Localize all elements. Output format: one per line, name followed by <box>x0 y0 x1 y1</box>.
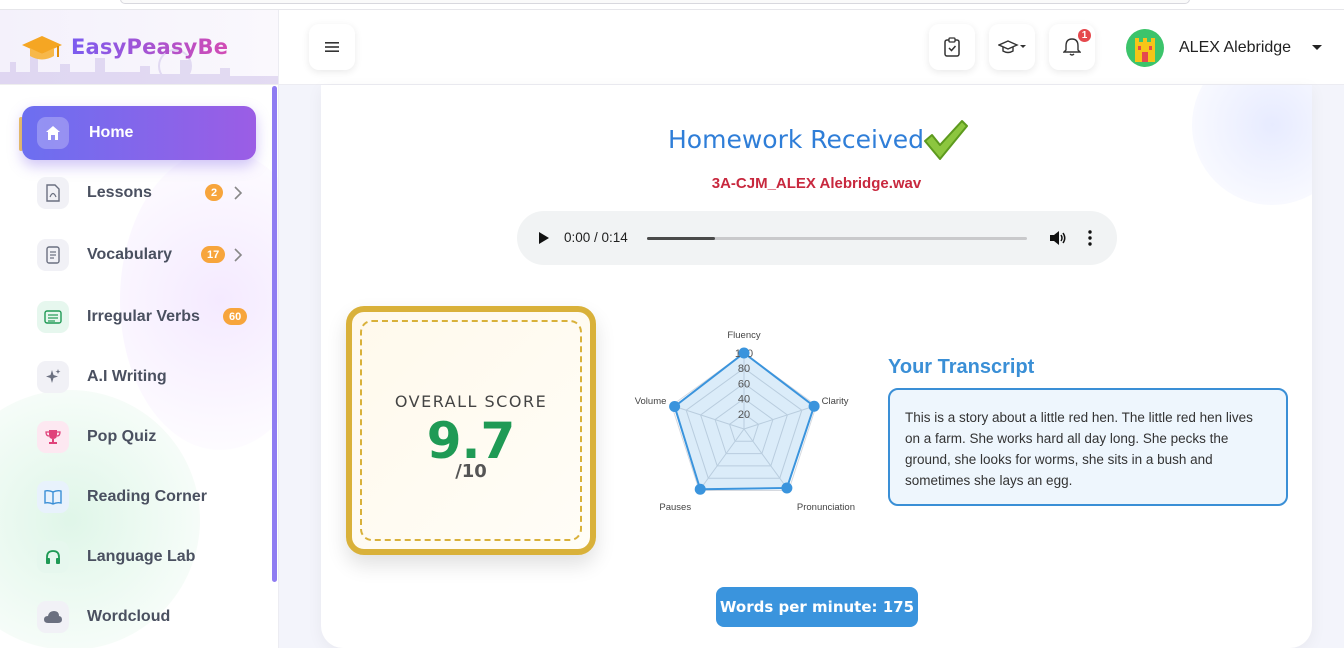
pdf-file-icon <box>37 177 69 209</box>
sidebar-item-label: Vocabulary <box>87 246 173 263</box>
transcript-box: This is a story about a little red hen. … <box>888 388 1288 506</box>
castle-avatar-icon <box>1135 38 1155 62</box>
vocabulary-badge: 17 <box>201 246 226 263</box>
radar-axis-label: Clarity <box>822 396 849 407</box>
radar-data-point <box>694 483 706 495</box>
sidebar-item-label: Pop Quiz <box>87 428 157 445</box>
notification-count-badge: 1 <box>1076 27 1093 44</box>
sidebar-item-label: Language Lab <box>87 548 196 565</box>
volume-icon[interactable] <box>1049 230 1067 246</box>
sidebar-item-label: A.I Writing <box>87 368 167 385</box>
homework-button[interactable] <box>929 24 975 70</box>
more-options-icon[interactable] <box>1088 230 1092 246</box>
courses-dropdown-button[interactable] <box>989 24 1035 70</box>
radar-tick-label: 80 <box>738 363 750 375</box>
play-icon[interactable] <box>539 232 549 244</box>
sidebar-item-irregular-verbs[interactable]: Irregular Verbs 60 <box>22 290 256 344</box>
irregular-verbs-badge: 60 <box>223 308 248 325</box>
page-title: Homework Received <box>668 125 925 154</box>
audio-time: 0:00 / 0:14 <box>564 230 628 245</box>
homework-card: Homework Received 3A-CJM_ALEX Alebridge.… <box>321 85 1312 648</box>
sidebar-item-label: Lessons <box>87 184 152 201</box>
user-name[interactable]: ALEX Alebridge <box>1179 39 1291 57</box>
sidebar-item-wordcloud[interactable]: Wordcloud <box>22 590 256 644</box>
score-label: OVERALL SCORE <box>394 392 548 411</box>
graduation-cap-icon <box>22 36 62 60</box>
radar-axis-label: Volume <box>635 396 667 407</box>
radar-axis-label: Pauses <box>659 502 691 513</box>
transcript-title: Your Transcript <box>888 356 1035 378</box>
avatar[interactable] <box>1126 29 1164 67</box>
open-book-icon <box>37 481 69 513</box>
radar-data-point <box>808 400 820 412</box>
sidebar-item-ai-writing[interactable]: A.I Writing <box>22 350 256 404</box>
address-bar[interactable] <box>120 0 1190 4</box>
lessons-badge: 2 <box>205 184 224 201</box>
trophy-icon <box>37 421 69 453</box>
brand-name: EasyPeasyBe <box>71 35 229 59</box>
home-icon <box>37 117 69 149</box>
words-per-minute-badge: Words per minute: 175 <box>716 587 918 627</box>
sparkles-icon <box>37 361 69 393</box>
radar-tick-label: 60 <box>738 378 750 390</box>
checkmark-icon <box>924 120 968 160</box>
radar-tick-label: 20 <box>738 409 750 421</box>
brand[interactable]: EasyPeasyBe <box>0 10 278 85</box>
graduation-cap-dropdown-icon <box>998 40 1026 54</box>
radar-data-point <box>669 400 681 412</box>
cloud-icon <box>37 601 69 633</box>
hamburger-icon <box>325 42 339 52</box>
notes-list-icon <box>37 239 69 271</box>
sidebar-item-home[interactable]: Home <box>22 106 256 160</box>
sidebar-item-lessons[interactable]: Lessons 2 <box>22 166 256 220</box>
chevron-right-icon[interactable] <box>233 185 243 201</box>
radar-chart: 20406080100FluencyClarityPronunciationPa… <box>635 330 855 513</box>
audio-player[interactable]: 0:00 / 0:14 <box>517 211 1117 265</box>
clipboard-check-icon <box>944 37 960 57</box>
list-icon <box>37 301 69 333</box>
sidebar-scrollbar[interactable] <box>272 86 277 582</box>
menu-toggle-button[interactable] <box>309 24 355 70</box>
user-menu-caret-icon[interactable] <box>1312 45 1322 50</box>
sidebar-item-label: Irregular Verbs <box>87 308 200 325</box>
headphones-icon <box>37 541 69 573</box>
radar-axis-label: Pronunciation <box>797 502 855 513</box>
radar-data-point <box>781 482 793 494</box>
radar-tick-label: 40 <box>738 394 750 406</box>
score-max: /10 <box>455 461 487 482</box>
audio-progress <box>647 237 716 240</box>
audio-filename: 3A-CJM_ALEX Alebridge.wav <box>711 175 922 192</box>
sidebar-item-vocabulary[interactable]: Vocabulary 17 <box>22 228 256 282</box>
overall-score-card: OVERALL SCORE 9.7 /10 <box>346 306 596 555</box>
sidebar-item-reading-corner[interactable]: Reading Corner <box>22 470 256 524</box>
sidebar: EasyPeasyBe Home Lessons 2 Vocabulary 17 <box>0 10 279 648</box>
radar-data-point <box>738 347 750 359</box>
sidebar-item-label: Wordcloud <box>87 608 171 625</box>
sidebar-item-label: Reading Corner <box>87 488 208 505</box>
sidebar-item-language-lab[interactable]: Language Lab <box>22 530 256 584</box>
browser-top-bar <box>0 0 1344 10</box>
chevron-right-icon[interactable] <box>233 247 243 263</box>
sidebar-item-pop-quiz[interactable]: Pop Quiz <box>22 410 256 464</box>
audio-seek-bar[interactable] <box>647 237 1027 240</box>
radar-axis-label: Fluency <box>727 330 761 341</box>
sidebar-item-label: Home <box>89 124 134 141</box>
